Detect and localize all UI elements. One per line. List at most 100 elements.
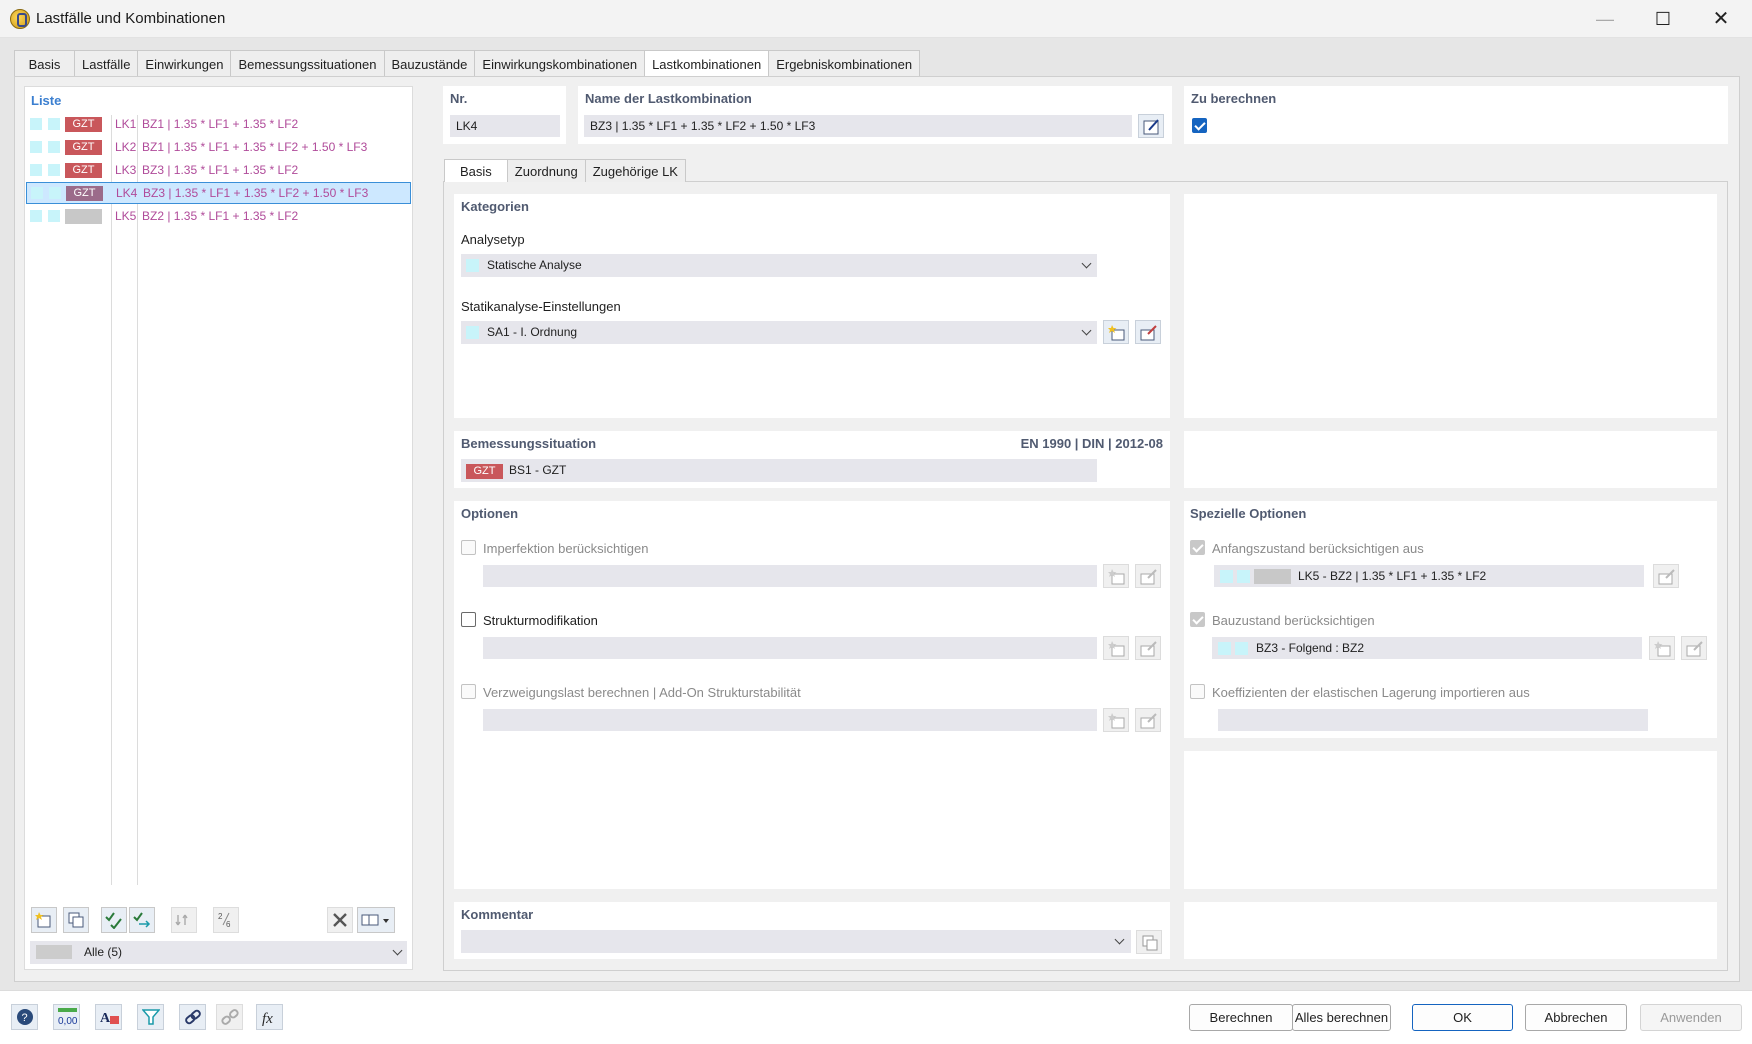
color-swatch <box>1237 570 1250 583</box>
alles-berechnen-button[interactable]: Alles berechnen <box>1292 1004 1391 1031</box>
imperfektion-field[interactable] <box>483 565 1097 587</box>
verzweigung-field[interactable] <box>483 709 1097 731</box>
abbrechen-button[interactable]: Abbrechen <box>1525 1004 1627 1031</box>
nr-field[interactable]: LK4 <box>450 115 560 137</box>
ok-button[interactable]: OK <box>1412 1004 1513 1031</box>
view-options-button[interactable] <box>357 907 395 933</box>
analysetyp-value: Statische Analyse <box>487 258 582 272</box>
imperfektion-label: Imperfektion berücksichtigen <box>483 541 649 556</box>
empty-badge <box>1254 569 1291 584</box>
subtab-basis[interactable]: Basis <box>444 159 508 182</box>
anwenden-button[interactable]: Anwenden <box>1640 1004 1742 1031</box>
color-swatch <box>48 118 60 130</box>
subtab-zuordnung[interactable]: Zuordnung <box>506 159 586 182</box>
edit-bauzustand-button[interactable] <box>1681 636 1707 660</box>
renumber-button[interactable] <box>171 907 197 933</box>
strukturmod-field[interactable] <box>483 637 1097 659</box>
imperfektion-checkbox[interactable] <box>461 540 476 555</box>
list-item[interactable]: GZT LK3 BZ3 | 1.35 * LF1 + 1.35 * LF2 <box>26 160 411 182</box>
new-item-button[interactable] <box>31 907 57 933</box>
tab-einwirkungen[interactable]: Einwirkungen <box>137 50 232 77</box>
edit-name-button[interactable] <box>1138 114 1164 138</box>
bauzustand-value: BZ3 - Folgend : BZ2 <box>1256 641 1365 655</box>
bemessung-side-panel <box>1184 431 1717 488</box>
filter-icon <box>142 1009 160 1025</box>
sort-button[interactable]: 26 <box>213 907 239 933</box>
list-item[interactable]: GZT LK2 BZ1 | 1.35 * LF1 + 1.35 * LF2 + … <box>26 137 411 159</box>
list-item-selected[interactable]: GZT LK4 BZ3 | 1.35 * LF1 + 1.35 * LF2 + … <box>26 182 411 204</box>
maximize-button[interactable]: ☐ <box>1634 0 1692 38</box>
units-text: 0,00 <box>58 1016 78 1026</box>
list-item-desc: BZ2 | 1.35 * LF1 + 1.35 * LF2 <box>142 209 299 223</box>
list-header: Liste <box>31 93 62 108</box>
name-panel: Name der Lastkombination BZ3 | 1.35 * LF… <box>578 86 1172 144</box>
anfang-label: Anfangszustand berücksichtigen aus <box>1212 541 1424 556</box>
font-icon: A <box>100 1011 119 1026</box>
optionen-panel: Optionen Imperfektion berücksichtigen St… <box>454 501 1170 889</box>
kommentar-select[interactable] <box>461 930 1131 953</box>
gzt-badge: GZT <box>65 163 102 178</box>
anfang-checkbox[interactable] <box>1190 540 1205 555</box>
calc-checkbox[interactable] <box>1192 118 1207 133</box>
list-item[interactable]: GZT LK1 BZ1 | 1.35 * LF1 + 1.35 * LF2 <box>26 114 411 136</box>
copy-item-button[interactable] <box>63 907 89 933</box>
filter-select[interactable]: Alle (5) <box>30 941 407 964</box>
berechnen-button[interactable]: Berechnen <box>1189 1004 1293 1031</box>
kategorien-side-panel <box>1184 194 1717 418</box>
new-bauzustand-button[interactable] <box>1649 636 1675 660</box>
list-item-id: LK5 <box>115 209 137 223</box>
link-button[interactable] <box>179 1004 206 1030</box>
tab-lastkombinationen[interactable]: Lastkombinationen <box>644 50 770 77</box>
verzweigung-checkbox[interactable] <box>461 684 476 699</box>
edit-statik-button[interactable] <box>1135 320 1161 344</box>
koeff-checkbox[interactable] <box>1190 684 1205 699</box>
new-strukturmod-button[interactable] <box>1103 636 1129 660</box>
delete-button[interactable] <box>327 907 353 933</box>
tab-ergebniskombinationen[interactable]: Ergebniskombinationen <box>768 50 921 77</box>
help-button[interactable]: ? <box>11 1004 38 1030</box>
tab-bemessungssituationen[interactable]: Bemessungssituationen <box>230 50 385 77</box>
color-swatch <box>30 118 42 130</box>
edit-icon <box>1140 713 1157 729</box>
strukturmod-checkbox[interactable] <box>461 612 476 627</box>
kommentar-library-button[interactable] <box>1136 930 1162 954</box>
check-all-icon <box>105 912 122 929</box>
edit-strukturmod-button[interactable] <box>1135 636 1161 660</box>
tab-basis[interactable]: Basis <box>14 50 75 77</box>
bemessung-panel: Bemessungssituation EN 1990 | DIN | 2012… <box>454 431 1170 488</box>
new-statik-button[interactable] <box>1103 320 1129 344</box>
toggle-check-icon <box>133 912 151 928</box>
formula-button[interactable]: fx <box>256 1004 283 1030</box>
edit-icon <box>1143 119 1159 135</box>
tab-einwirkungskombinationen[interactable]: Einwirkungskombinationen <box>474 50 646 77</box>
minimize-button[interactable]: — <box>1576 0 1634 38</box>
new-imperfektion-button[interactable] <box>1103 564 1129 588</box>
subtab-zugehoerige-lk[interactable]: Zugehörige LK <box>584 159 686 182</box>
edit-anfang-button[interactable] <box>1653 564 1679 588</box>
bemessung-field[interactable]: BS1 - GZT <box>461 459 1097 482</box>
font-button[interactable]: A <box>95 1004 122 1030</box>
spezielle-title: Spezielle Optionen <box>1190 506 1307 521</box>
edit-verzweigung-button[interactable] <box>1135 708 1161 732</box>
bauzustand-checkbox[interactable] <box>1190 612 1205 627</box>
tab-bauzustaende[interactable]: Bauzustände <box>383 50 476 77</box>
filter-button[interactable] <box>137 1004 164 1030</box>
koeff-field[interactable] <box>1218 709 1648 731</box>
list-item[interactable]: LK5 BZ2 | 1.35 * LF1 + 1.35 * LF2 <box>26 206 411 228</box>
toggle-check-button[interactable] <box>129 907 155 933</box>
color-swatch <box>48 164 60 176</box>
tab-lastfaelle[interactable]: Lastfälle <box>74 50 139 77</box>
units-button[interactable]: 0,00 <box>53 1004 80 1030</box>
svg-text:2: 2 <box>218 912 223 921</box>
new-verzweigung-button[interactable] <box>1103 708 1129 732</box>
check-all-button[interactable] <box>101 907 127 933</box>
statik-select[interactable]: SA1 - I. Ordnung <box>461 321 1097 344</box>
bauzustand-field[interactable]: BZ3 - Folgend : BZ2 <box>1212 637 1642 659</box>
name-field[interactable]: BZ3 | 1.35 * LF1 + 1.35 * LF2 + 1.50 * L… <box>584 115 1132 137</box>
analysetyp-select[interactable]: Statische Analyse <box>461 254 1097 277</box>
kategorien-panel: Kategorien Analysetyp Statische Analyse … <box>454 194 1170 418</box>
edit-imperfektion-button[interactable] <box>1135 564 1161 588</box>
calc-panel: Zu berechnen <box>1184 86 1728 144</box>
close-button[interactable]: ✕ <box>1692 0 1750 38</box>
unlink-button[interactable] <box>216 1004 243 1030</box>
